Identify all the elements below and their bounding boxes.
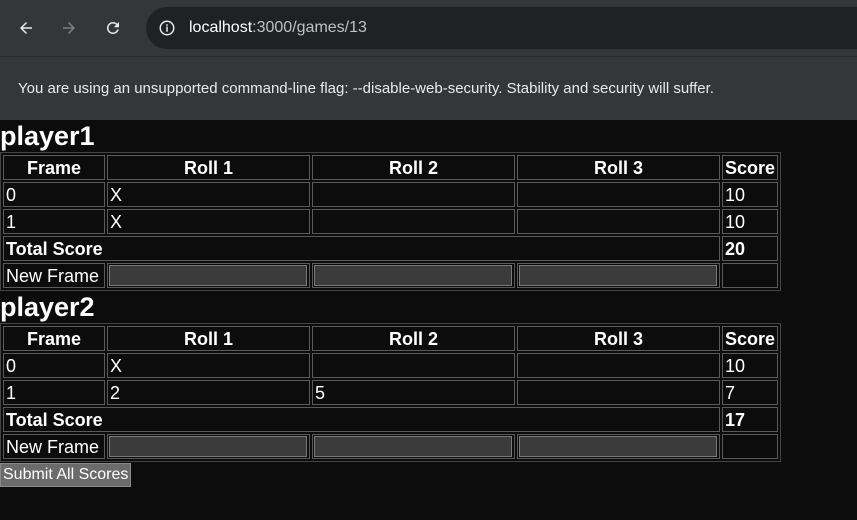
new-frame-label: New Frame [3,263,105,288]
cell-frame: 0 [3,182,105,207]
page-content: player1 Frame Roll 1 Roll 2 Roll 3 Score… [0,120,782,487]
table-header-row: Frame Roll 1 Roll 2 Roll 3 Score [3,326,779,351]
back-button[interactable] [12,14,40,42]
header-frame: Frame [3,155,105,180]
cell-score: 10 [722,182,779,207]
cell-roll1: X [107,182,310,207]
cell-frame: 0 [3,353,105,378]
url-path: :3000/games/13 [252,19,367,36]
submit-all-scores-button[interactable]: Submit All Scores [0,463,132,487]
url-text[interactable]: localhost:3000/games/13 [189,19,367,37]
forward-button[interactable] [55,14,83,42]
new-frame-row: New Frame [3,263,779,288]
warning-infobar: You are using an unsupported command-lin… [0,56,857,120]
cell-roll3 [517,209,720,234]
player-name: player1 [0,121,95,151]
reload-icon [106,21,119,34]
cell-roll2 [312,182,515,207]
back-arrow-icon [20,22,32,34]
header-score: Score [722,326,779,351]
roll2-input[interactable] [314,436,512,457]
new-frame-score [722,434,779,459]
header-roll1: Roll 1 [107,155,310,180]
table-row: 0 X 10 [3,182,779,207]
roll1-input[interactable] [109,265,307,286]
total-row: Total Score 17 [3,407,779,432]
cell-roll3 [517,380,720,405]
header-roll1: Roll 1 [107,326,310,351]
cell-roll3 [517,182,720,207]
total-score: 17 [722,407,779,432]
total-label: Total Score [3,407,720,432]
cell-frame: 1 [3,209,105,234]
total-score: 20 [722,236,779,261]
score-table: Frame Roll 1 Roll 2 Roll 3 Score 0 X 10 … [0,152,782,291]
new-frame-label: New Frame [3,434,105,459]
player-name: player2 [0,292,95,322]
cell-roll2 [312,209,515,234]
reload-button[interactable] [99,14,127,42]
cell-frame: 1 [3,380,105,405]
header-frame: Frame [3,326,105,351]
cell-roll2 [312,353,515,378]
address-bar[interactable]: localhost:3000/games/13 [146,7,857,49]
infobar-message: You are using an unsupported command-lin… [18,80,714,97]
cell-roll2: 5 [312,380,515,405]
header-roll2: Roll 2 [312,326,515,351]
cell-roll1: X [107,209,310,234]
roll3-input[interactable] [519,265,717,286]
roll3-input[interactable] [519,436,717,457]
url-host: localhost [189,19,253,36]
forward-arrow-icon [63,22,75,34]
header-score: Score [722,155,779,180]
total-row: Total Score 20 [3,236,779,261]
cell-score: 10 [722,209,779,234]
cell-roll1: X [107,353,310,378]
header-roll3: Roll 3 [517,155,720,180]
cell-score: 10 [722,353,779,378]
roll2-input[interactable] [314,265,512,286]
table-row: 1 X 10 [3,209,779,234]
table-header-row: Frame Roll 1 Roll 2 Roll 3 Score [3,155,779,180]
total-label: Total Score [3,236,720,261]
header-roll2: Roll 2 [312,155,515,180]
table-row: 1 2 5 7 [3,380,779,405]
score-table: Frame Roll 1 Roll 2 Roll 3 Score 0 X 10 … [0,323,782,462]
roll1-input[interactable] [109,436,307,457]
cell-roll3 [517,353,720,378]
header-roll3: Roll 3 [517,326,720,351]
browser-toolbar: localhost:3000/games/13 [0,0,857,56]
new-frame-row: New Frame [3,434,779,459]
cell-roll1: 2 [107,380,310,405]
new-frame-score [722,263,779,288]
site-info-icon[interactable] [156,17,178,39]
table-row: 0 X 10 [3,353,779,378]
cell-score: 7 [722,380,779,405]
